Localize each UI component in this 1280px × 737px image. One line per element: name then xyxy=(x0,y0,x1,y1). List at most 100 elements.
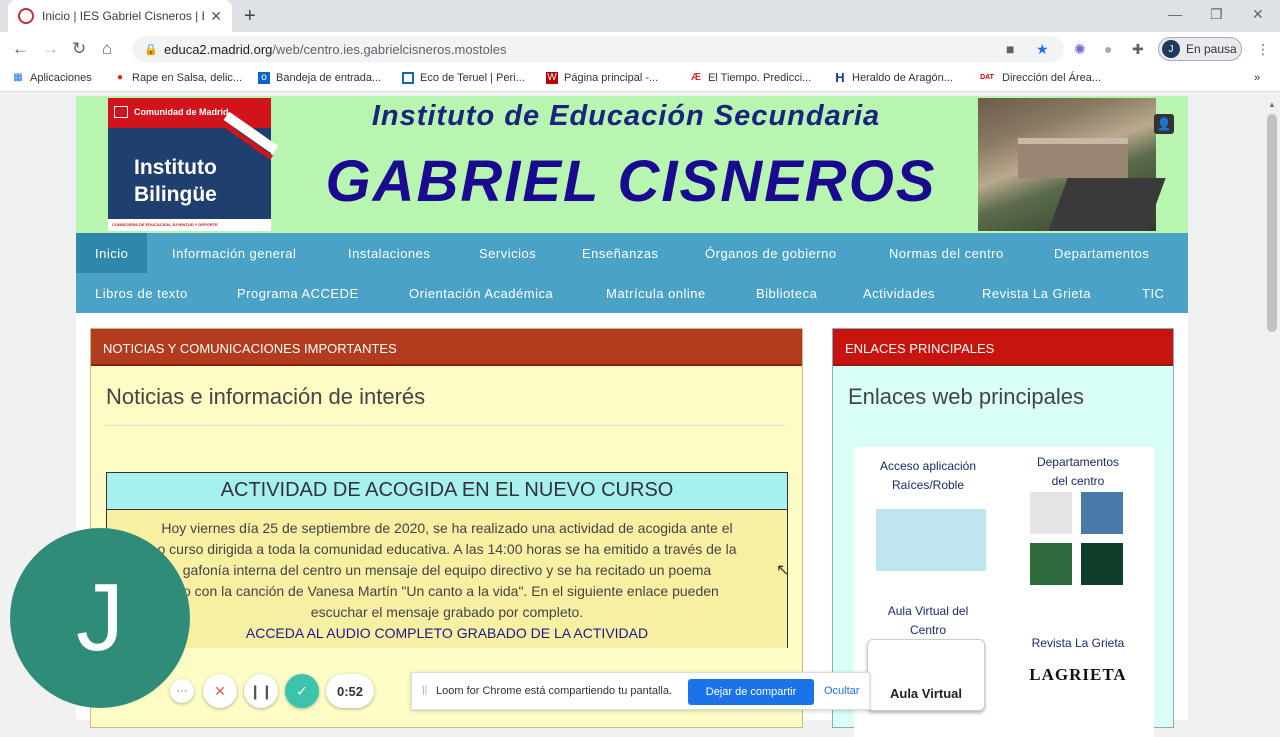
recording-timer: 0:52 xyxy=(326,674,374,708)
close-window-icon[interactable]: ✕ xyxy=(1252,6,1264,23)
lock-icon: 🔒 xyxy=(144,44,158,56)
heraldo-icon: H xyxy=(835,70,845,85)
menu-item[interactable]: Programa ACCEDE xyxy=(218,273,378,313)
wiki-icon: W xyxy=(546,72,558,84)
address-bar[interactable]: 🔒 educa2.madrid.org/web/centro.ies.gabri… xyxy=(132,36,1064,62)
menu-item[interactable]: Libros de texto xyxy=(76,273,207,313)
drag-handle-icon[interactable]: || xyxy=(422,685,427,696)
extension-gear-icon[interactable]: ✺ xyxy=(1074,41,1086,58)
links-grid: Acceso aplicación Raíces/Roble Departame… xyxy=(854,447,1154,737)
web-page: Comunidad de Madrid Instituto Bilingüe CO… xyxy=(76,96,1188,737)
main-menu: Inicio Información general Instalaciones… xyxy=(76,233,1188,313)
bookmarks-bar: ▦ Aplicaciones ● Rape en Salsa, delic... o… xyxy=(0,66,1280,92)
finish-recording-icon[interactable]: ✓ xyxy=(285,674,319,708)
camera-icon[interactable]: ■ xyxy=(1006,41,1014,57)
menu-dots-icon[interactable]: ⋮ xyxy=(1256,41,1270,58)
bookmarks-overflow-icon[interactable]: » xyxy=(1254,72,1260,84)
cancel-recording-icon[interactable]: ✕ xyxy=(203,674,237,708)
browser-toolbar: ← → ↻ ⌂ 🔒 educa2.madrid.org/web/centro.i… xyxy=(0,32,1280,66)
divider xyxy=(105,425,785,426)
maximize-icon[interactable]: ❐ xyxy=(1210,6,1223,23)
weather-icon: Æ xyxy=(691,72,701,83)
forward-icon[interactable]: → xyxy=(42,39,59,59)
tower-image[interactable] xyxy=(1081,492,1123,534)
la-grieta-logo[interactable]: LAGRIETA xyxy=(1004,665,1152,684)
menu-item[interactable]: Departamentos xyxy=(1035,233,1168,273)
news-panel: NOTICIAS Y COMUNICACIONES IMPORTANTES No… xyxy=(90,328,803,728)
bookmark-item[interactable]: o Bandeja de entrada... xyxy=(258,72,381,84)
menu-item[interactable]: Biblioteca xyxy=(737,273,836,313)
links-panel: ENLACES PRINCIPALES Enlaces web principa… xyxy=(832,328,1174,737)
site-favicon-icon xyxy=(18,8,34,24)
circuit-image[interactable] xyxy=(1030,543,1072,585)
menu-item[interactable]: Instalaciones xyxy=(329,233,449,273)
bookmark-item[interactable]: Eco de Teruel | Peri... xyxy=(402,72,525,84)
links-subtitle: Enlaces web principales xyxy=(848,384,1085,409)
menu-item[interactable]: Normas del centro xyxy=(870,233,1023,273)
back-icon[interactable]: ← xyxy=(12,39,29,59)
molecule-image[interactable] xyxy=(1030,492,1072,534)
close-tab-icon[interactable]: ✕ xyxy=(210,8,222,25)
links-panel-heading: ENLACES PRINCIPALES xyxy=(833,329,1173,366)
browser-tab[interactable]: Inicio | IES Gabriel Cisneros | Edu ✕ xyxy=(8,0,232,32)
menu-item[interactable]: Servicios xyxy=(460,233,555,273)
page-scrollbar[interactable]: ▲ xyxy=(1264,96,1280,720)
new-tab-button[interactable]: + xyxy=(244,5,256,28)
bookmark-apps[interactable]: ▦ Aplicaciones xyxy=(12,72,92,84)
bookmark-item[interactable]: H Heraldo de Aragón... xyxy=(834,70,953,85)
link-departamentos[interactable]: Departamentos del centro xyxy=(1004,453,1152,491)
menu-item[interactable]: Enseñanzas xyxy=(563,233,678,273)
url-host: educa2.madrid.org xyxy=(164,41,273,57)
site-header: Comunidad de Madrid Instituto Bilingüe CO… xyxy=(76,96,1188,233)
link-aula-virtual[interactable]: Aula Virtual del Centro xyxy=(854,602,1002,640)
profile-status: En pausa xyxy=(1186,42,1237,56)
extensions-puzzle-icon[interactable]: ✚ xyxy=(1132,41,1144,58)
scroll-up-icon[interactable]: ▲ xyxy=(1268,100,1276,109)
menu-item[interactable]: Matrícula online xyxy=(587,273,725,313)
aula-virtual-logo[interactable]: Aula Virtual xyxy=(867,639,985,711)
bookmark-item[interactable]: Æ El Tiempo. Predicci... xyxy=(690,72,811,84)
bookmark-item[interactable]: W Página principal -... xyxy=(546,72,658,84)
menu-item[interactable]: Actividades xyxy=(844,273,954,313)
location-icon[interactable]: ● xyxy=(1104,41,1112,57)
mouse-cursor-icon: ↖ xyxy=(776,562,790,579)
profile-button[interactable]: J En pausa xyxy=(1158,37,1242,61)
tab-title: Inicio | IES Gabriel Cisneros | Edu xyxy=(42,9,204,23)
audio-link[interactable]: ACCEDA AL AUDIO COMPLETO GRABADO DE LA A… xyxy=(117,623,777,644)
scrollbar-thumb[interactable] xyxy=(1267,114,1277,332)
user-icon[interactable]: 👤 xyxy=(1154,114,1174,134)
more-options-icon[interactable]: ··· xyxy=(170,679,194,703)
screen-share-bar: || Loom for Chrome está compartiendo tu … xyxy=(411,672,870,710)
menu-item[interactable]: Orientación Académica xyxy=(390,273,572,313)
menu-item[interactable]: Órganos de gobierno xyxy=(686,233,856,273)
apps-grid-icon: ▦ xyxy=(13,72,23,83)
dat-icon: DAT xyxy=(980,74,994,81)
stop-sharing-button[interactable]: Dejar de compartir xyxy=(688,679,814,705)
hide-button[interactable]: Ocultar xyxy=(824,685,859,697)
bilingual-logo: Comunidad de Madrid Instituto Bilingüe CO… xyxy=(108,98,279,231)
bookmark-item[interactable]: DAT Dirección del Área... xyxy=(978,72,1101,84)
link-raices-roble[interactable]: Acceso aplicación Raíces/Roble xyxy=(854,457,1002,495)
pause-recording-icon[interactable]: ❙❙ xyxy=(244,674,278,708)
school-name: GABRIEL CISNEROS xyxy=(325,149,937,214)
link-revista-la-grieta[interactable]: Revista La Grieta xyxy=(1004,634,1152,653)
bookmark-item[interactable]: ● Rape en Salsa, delic... xyxy=(114,72,242,84)
news-item: ACTIVIDAD DE ACOGIDA EN EL NUEVO CURSO H… xyxy=(106,472,788,648)
school-photo xyxy=(978,98,1166,231)
news-subtitle: Noticias e información de interés xyxy=(106,384,426,409)
menu-item[interactable]: Revista La Grieta xyxy=(963,273,1110,313)
news-panel-heading: NOTICIAS Y COMUNICACIONES IMPORTANTES xyxy=(91,329,802,366)
atom-image[interactable] xyxy=(1081,543,1123,585)
reload-icon[interactable]: ↻ xyxy=(72,39,86,59)
menu-item[interactable]: TIC xyxy=(1123,273,1183,313)
minimize-icon[interactable]: — xyxy=(1168,6,1182,22)
raices-illustration[interactable] xyxy=(876,509,986,571)
bookmark-star-icon[interactable]: ★ xyxy=(1036,41,1049,58)
menu-item-inicio[interactable]: Inicio xyxy=(76,233,148,273)
home-icon[interactable]: ⌂ xyxy=(102,39,112,59)
header-title: Instituto de Educación Secundaria xyxy=(371,100,881,132)
news-icon xyxy=(402,72,414,84)
url-path: /web/centro.ies.gabrielcisneros.mostoles xyxy=(272,41,507,57)
share-message: Loom for Chrome está compartiendo tu pan… xyxy=(436,685,673,697)
menu-item[interactable]: Información general xyxy=(153,233,315,273)
